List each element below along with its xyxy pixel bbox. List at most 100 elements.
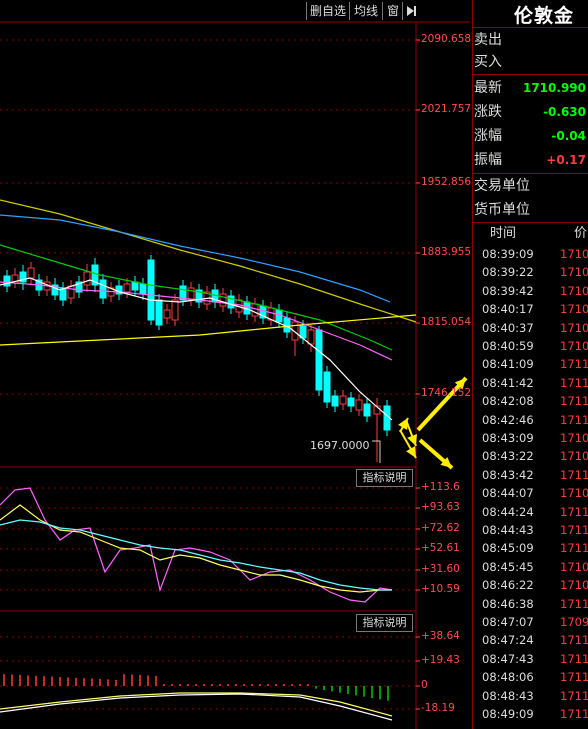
tick-time: 08:43:22 — [482, 449, 534, 464]
tick-time: 08:45:09 — [482, 541, 534, 556]
tick-time: 08:40:59 — [482, 339, 534, 353]
tick-price: 1710 — [560, 486, 588, 501]
amplitude-label: 振幅 — [474, 152, 502, 168]
candle-body — [187, 287, 195, 301]
ticks-header: 时间 价 — [474, 225, 588, 243]
tick-row: 08:40:59 1710 — [474, 337, 588, 355]
axis-tick-label: 1883.955 — [421, 246, 472, 258]
tick-price: 1711 — [560, 375, 588, 390]
tick-price: 1710 — [560, 339, 588, 353]
axis-tick-label: +93.63 — [421, 501, 460, 513]
tick-row: 08:44:07 1710 — [474, 484, 588, 502]
osc-line-pink — [0, 487, 393, 603]
tick-price: 1711 — [560, 467, 588, 482]
indicator-help-button-2[interactable]: 指标说明 — [356, 614, 413, 632]
tick-row: 08:44:24 1711 — [474, 503, 588, 521]
candle-body — [339, 395, 347, 405]
tick-price: 1711 — [560, 633, 588, 648]
candle-body — [219, 293, 227, 307]
tick-price: 1711 — [560, 523, 588, 537]
trade-unit-row: 交易单位 — [474, 174, 588, 198]
tick-time: 08:39:22 — [482, 265, 534, 280]
tick-row: 08:48:43 1711 — [474, 687, 588, 705]
tick-time: 08:44:07 — [482, 486, 534, 501]
candle-body — [251, 303, 259, 317]
tick-row: 08:39:42 1710 — [474, 282, 588, 300]
candle-body — [147, 259, 155, 321]
latest-label: 最新 — [474, 80, 502, 96]
candle-body — [67, 285, 75, 299]
tick-price: 1709 — [560, 615, 588, 629]
tick-row: 08:39:09 1710 — [474, 245, 588, 263]
axis-tick-label: +72.62 — [421, 522, 460, 534]
buy-row: 买入 — [474, 50, 588, 74]
axis-tick-label: 1815.054 — [421, 316, 472, 328]
candle-body — [131, 281, 139, 291]
axis-tick-label: 1746.152 — [421, 387, 472, 399]
latest-value: 1710.990 — [522, 81, 586, 95]
candle-body — [347, 397, 355, 407]
tick-time: 08:43:42 — [482, 467, 534, 482]
tick-row: 08:48:06 1711 — [474, 668, 588, 686]
axis-tick-label: 2090.658 — [421, 33, 472, 45]
ticks-header-time: 时间 — [490, 226, 517, 241]
tick-row: 08:39:22 1710 — [474, 263, 588, 281]
change-label: 涨跌 — [474, 104, 502, 120]
axis-tick-label: +113.6 — [421, 481, 460, 493]
buy-label: 买入 — [474, 54, 502, 70]
tick-row: 08:42:08 1711 — [474, 392, 588, 410]
tick-time: 08:47:07 — [482, 615, 534, 629]
tick-time: 08:45:45 — [482, 559, 534, 574]
tick-row: 08:49:09 1711 — [474, 705, 588, 723]
currency-unit-label: 货币单位 — [474, 202, 530, 218]
tick-time: 08:46:38 — [482, 596, 534, 611]
candle-body — [283, 317, 291, 333]
trade-unit-label: 交易单位 — [474, 178, 530, 194]
axis-tick-label: +38.64 — [421, 630, 460, 642]
tick-time: 08:39:42 — [482, 283, 534, 298]
tick-price: 1711 — [560, 504, 588, 519]
candle-body — [139, 283, 147, 295]
tick-row: 08:45:45 1710 — [474, 558, 588, 576]
tick-row: 08:41:09 1711 — [474, 355, 588, 373]
tick-price: 1710 — [560, 449, 588, 464]
sell-row: 卖出 — [474, 28, 588, 52]
macd-line-white — [0, 693, 393, 721]
tick-time: 08:40:17 — [482, 302, 534, 317]
tick-price: 1710 — [560, 265, 588, 280]
candle-body — [331, 395, 339, 407]
change-value: -0.630 — [543, 105, 586, 119]
tick-row: 08:46:22 1710 — [474, 576, 588, 594]
tick-price: 1711 — [560, 394, 588, 409]
amplitude-row: 振幅 +0.17 — [474, 148, 588, 172]
sell-label: 卖出 — [474, 32, 502, 48]
tick-time: 08:44:24 — [482, 504, 534, 519]
tick-row: 08:47:07 1709 — [474, 613, 588, 631]
min-marker-line — [372, 440, 381, 463]
tick-time: 08:43:09 — [482, 431, 534, 445]
tick-time: 08:44:43 — [482, 523, 534, 537]
tick-time: 08:39:09 — [482, 247, 534, 261]
tick-price: 1711 — [560, 596, 588, 611]
tick-time: 08:42:46 — [482, 412, 534, 427]
axis-tick-label: +10.59 — [421, 583, 460, 595]
tick-row: 08:40:37 1710 — [474, 319, 588, 337]
tick-row: 08:43:42 1711 — [474, 466, 588, 484]
currency-unit-row: 货币单位 — [474, 198, 588, 222]
axis-tick-label: 1952.856 — [421, 176, 472, 188]
indicator-help-button[interactable]: 指标说明 — [356, 469, 413, 487]
candle-body — [83, 271, 91, 286]
min-price-marker: 1697.0000 — [310, 439, 370, 452]
tick-row: 08:42:46 1711 — [474, 411, 588, 429]
tick-row: 08:43:09 1710 — [474, 429, 588, 447]
tick-price: 1711 — [560, 412, 588, 427]
tick-price: 1711 — [560, 541, 588, 556]
axis-tick-label: 2021.757 — [421, 103, 472, 115]
candle-body — [3, 275, 11, 287]
tick-price: 1711 — [560, 357, 588, 372]
tick-price: 1710 — [560, 431, 588, 445]
latest-row: 最新 1710.990 — [474, 76, 588, 100]
tick-price: 1710 — [560, 283, 588, 298]
tick-time: 08:46:22 — [482, 578, 534, 593]
tick-time: 08:48:06 — [482, 670, 534, 685]
